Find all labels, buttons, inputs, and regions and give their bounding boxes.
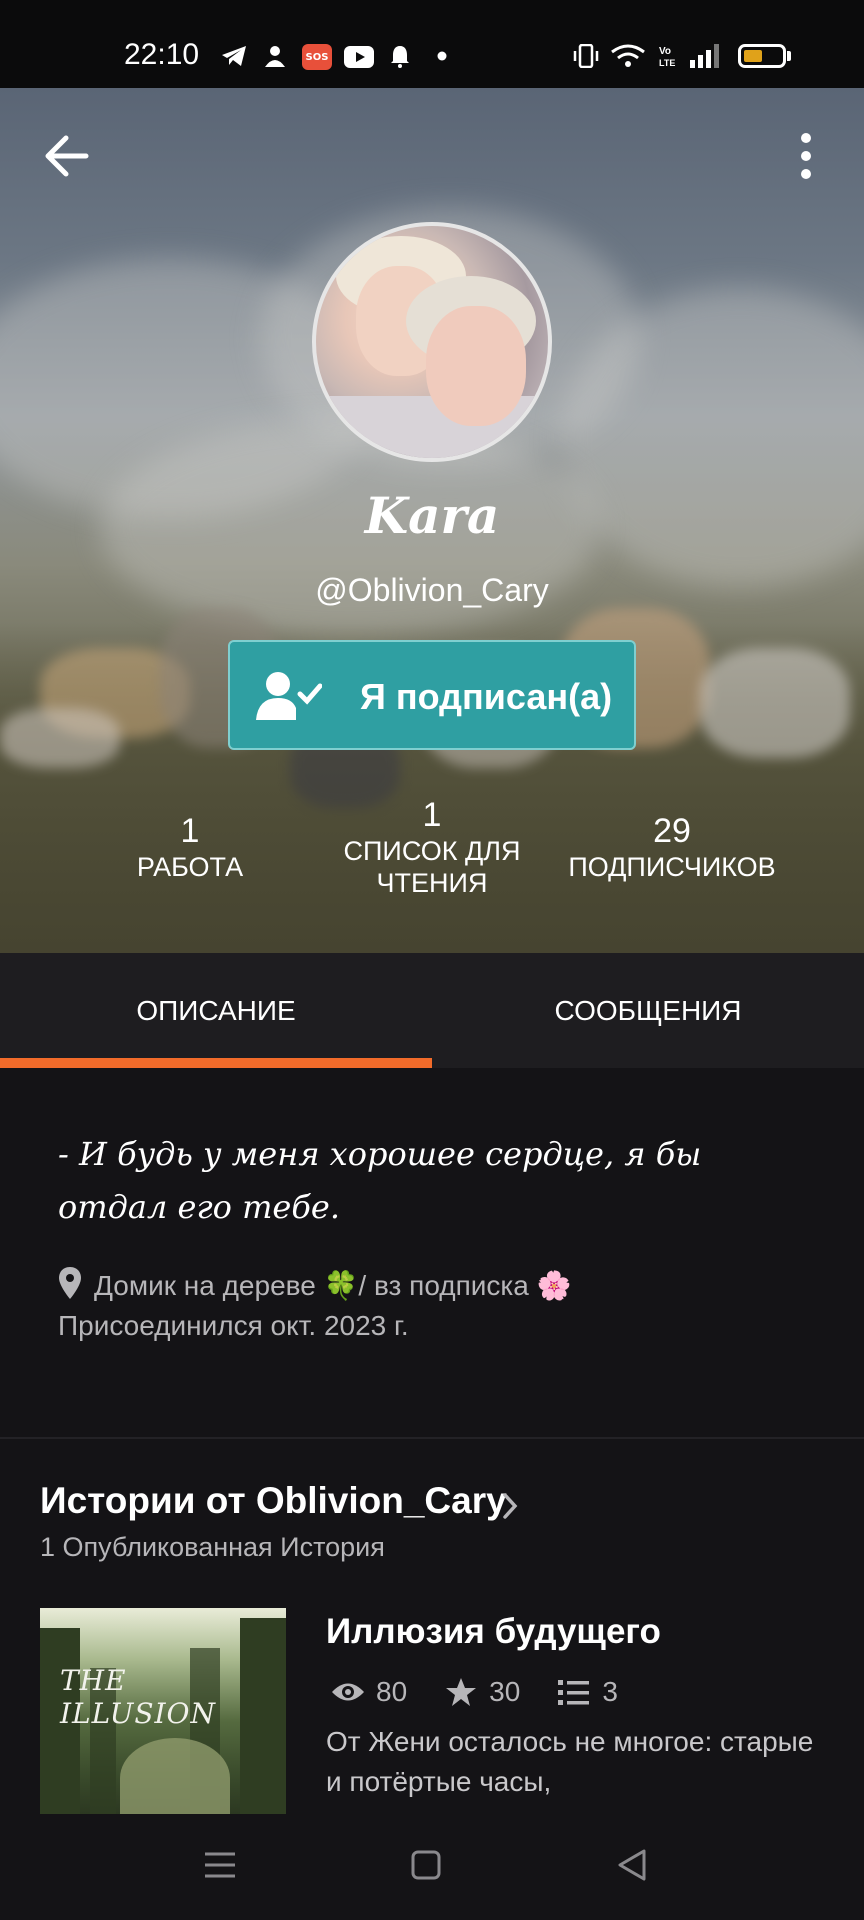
stat-followers-label: ПОДПИСЧИКОВ xyxy=(568,852,776,882)
star-icon xyxy=(446,1678,477,1706)
story-stats: 80 30 3 xyxy=(330,1672,654,1712)
person-icon xyxy=(265,46,285,67)
section-divider xyxy=(0,1437,864,1439)
stat-reading-lists-value: 1 xyxy=(422,796,442,834)
vibrate-icon xyxy=(573,44,599,68)
following-label: Я подписан(а) xyxy=(360,676,613,717)
volte-icon: VoLTE xyxy=(659,46,675,68)
chevron-right-icon[interactable] xyxy=(500,1492,520,1520)
profile-tabs: ОПИСАНИЕ СООБЩЕНИЯ xyxy=(0,953,864,1068)
wifi-icon xyxy=(611,44,645,67)
stat-works-label: РАБОТА xyxy=(136,852,244,882)
following-button[interactable]: Я подписан(а) xyxy=(228,640,636,750)
story-title[interactable]: Иллюзия будущего xyxy=(326,1612,661,1652)
stat-works-value: 1 xyxy=(180,812,200,850)
joined-date: Присоединился окт. 2023 г. xyxy=(58,1310,409,1341)
tab-messages[interactable]: СООБЩЕНИЯ xyxy=(432,953,864,1068)
story-parts: 3 xyxy=(602,1676,618,1707)
svg-text:LTE: LTE xyxy=(659,58,675,68)
signal-icon xyxy=(690,44,724,68)
home-icon[interactable] xyxy=(408,1848,444,1882)
stat-reading-lists[interactable]: 1 СПИСОК ДЛЯ ЧТЕНИЯ xyxy=(322,796,542,899)
list-icon xyxy=(558,1680,590,1705)
back-arrow-icon[interactable] xyxy=(40,130,92,182)
username: @Oblivion_Cary xyxy=(315,572,549,608)
tab-about[interactable]: ОПИСАНИЕ xyxy=(0,953,432,1068)
profile-meta: Домик на дереве 🍀/ вз подписка 🌸 Присоед… xyxy=(58,1266,572,1346)
back-icon[interactable] xyxy=(614,1848,650,1882)
dot-icon xyxy=(437,51,447,61)
battery-icon xyxy=(738,44,786,68)
svg-text:Vo: Vo xyxy=(659,46,671,57)
story-cover-text: THE ILLUSION xyxy=(60,1664,217,1730)
stat-followers-value: 29 xyxy=(653,812,691,850)
stories-count: 1 Опубликованная История xyxy=(40,1532,385,1562)
story-views: 80 xyxy=(376,1676,408,1707)
youtube-icon xyxy=(344,46,374,68)
stat-works[interactable]: 1 РАБОТА xyxy=(110,812,270,883)
status-time: 22:10 xyxy=(124,38,200,71)
active-tab-indicator xyxy=(0,1058,432,1068)
telegram-icon xyxy=(222,46,246,66)
stat-followers[interactable]: 29 ПОДПИСЧИКОВ xyxy=(554,812,790,883)
location-text: Домик на дереве 🍀/ вз подписка 🌸 xyxy=(94,1270,572,1301)
display-name: Kara xyxy=(364,486,500,545)
bio-text: - И будь у меня хорошее сердце, я бы отд… xyxy=(58,1135,702,1226)
menu-icon[interactable] xyxy=(202,1848,238,1882)
story-votes: 30 xyxy=(489,1676,521,1707)
stat-reading-lists-label: СПИСОК ДЛЯ ЧТЕНИЯ xyxy=(343,836,521,898)
story-description: От Жени осталось не многое: старые и пот… xyxy=(326,1726,814,1797)
story-cover[interactable]: THE ILLUSION xyxy=(40,1608,286,1814)
more-options-icon[interactable] xyxy=(796,130,816,182)
bell-icon xyxy=(391,46,409,68)
eye-icon xyxy=(332,1683,364,1701)
sos-icon: SOS xyxy=(302,44,332,70)
stories-section-title[interactable]: Истории от Oblivion_Cary xyxy=(40,1480,507,1522)
user-check-icon xyxy=(256,672,322,720)
status-bar: 22:10 SOS Vo LTE xyxy=(0,0,864,88)
avatar xyxy=(312,222,552,462)
